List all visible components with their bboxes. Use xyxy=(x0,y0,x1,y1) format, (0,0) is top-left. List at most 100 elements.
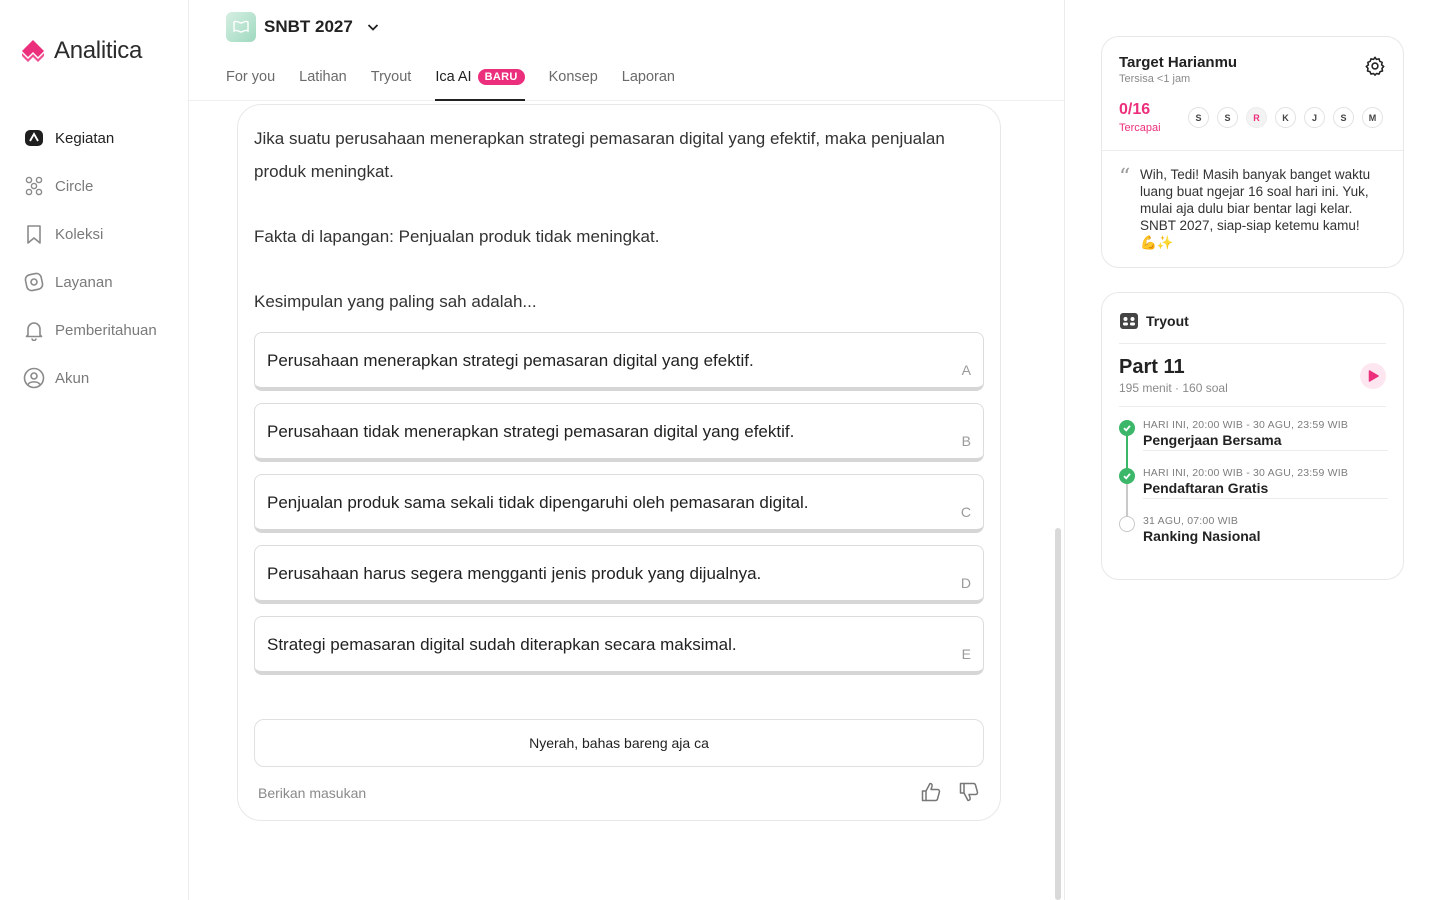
question-card: Jika suatu perusahaan menerapkan strateg… xyxy=(237,104,1001,821)
sidebar-item-label: Layanan xyxy=(55,273,113,291)
target-divider xyxy=(1102,150,1403,151)
weekday-dot: S xyxy=(1217,107,1238,128)
timeline-name: Pendaftaran Gratis xyxy=(1143,480,1269,496)
option-text: Perusahaan menerapkan strategi pemasaran… xyxy=(267,351,754,370)
timeline-date: HARI INI, 20:00 WIB - 30 AGU, 23:59 WIB xyxy=(1143,419,1349,431)
question-fact: Fakta di lapangan: Penjualan produk tida… xyxy=(254,226,660,246)
timeline-separator xyxy=(1143,450,1388,451)
daily-target-card: Target Harianmu Tersisa <1 jam 0/16 Terc… xyxy=(1101,36,1404,268)
weekday-dot: K xyxy=(1275,107,1296,128)
target-subtitle: Tersisa <1 jam xyxy=(1119,73,1191,85)
tab-konsep[interactable]: Konsep xyxy=(549,66,598,101)
timeline-item: HARI INI, 20:00 WIB - 30 AGU, 23:59 WIB … xyxy=(1119,467,1388,515)
tab-label: Laporan xyxy=(621,68,675,85)
timeline-name: Ranking Nasional xyxy=(1143,528,1261,544)
option-text: Penjualan produk sama sekali tidak dipen… xyxy=(267,493,809,512)
motivation-quote: Wih, Tedi! Masih banyak banget waktu lua… xyxy=(1140,167,1371,250)
question-text: Jika suatu perusahaan menerapkan strateg… xyxy=(254,123,974,318)
target-title: Target Harianmu xyxy=(1119,54,1238,71)
thumbs-down-icon[interactable] xyxy=(958,781,980,803)
timeline-separator xyxy=(1143,498,1388,499)
option-letter: B xyxy=(961,433,971,449)
tab-latihan[interactable]: Latihan xyxy=(299,66,347,101)
tryout-timeline: HARI INI, 20:00 WIB - 30 AGU, 23:59 WIB … xyxy=(1119,419,1388,563)
tab-label: Konsep xyxy=(548,68,598,85)
check-icon xyxy=(1119,468,1135,484)
sidebar-item-label: Pemberitahuan xyxy=(55,321,157,339)
feedback-thumbs xyxy=(920,781,980,803)
question-prompt: Kesimpulan yang paling sah adalah... xyxy=(254,291,537,311)
thumbs-up-icon[interactable] xyxy=(920,781,942,803)
sidebar-item-label: Kegiatan xyxy=(55,129,115,147)
option-letter: C xyxy=(960,504,971,520)
tryout-meta: 195 menit · 160 soal xyxy=(1119,381,1228,395)
tryout-icon xyxy=(1120,313,1138,329)
timeline-date: HARI INI, 20:00 WIB - 30 AGU, 23:59 WIB xyxy=(1143,467,1349,479)
tryout-divider xyxy=(1119,343,1386,344)
bookmark-icon xyxy=(22,222,46,246)
option-text: Perusahaan tidak menerapkan strategi pem… xyxy=(267,422,795,441)
answer-option-b[interactable]: Perusahaan tidak menerapkan strategi pem… xyxy=(254,403,984,462)
option-letter: A xyxy=(961,362,971,378)
weekday-dot: J xyxy=(1304,107,1325,128)
panel-divider xyxy=(1064,0,1065,900)
give-up-button[interactable]: Nyerah, bahas bareng aja ca xyxy=(254,719,984,767)
weekday-dot: M xyxy=(1362,107,1383,128)
program-title: SNBT 2027 xyxy=(264,17,353,36)
sidebar-item-label: Koleksi xyxy=(55,225,104,243)
target-score: 0/16 xyxy=(1119,101,1151,118)
brand-logo[interactable]: Analitica xyxy=(18,36,142,66)
sidebar-item-kegiatan[interactable]: Kegiatan xyxy=(22,114,157,162)
feedback-link[interactable]: Berikan masukan xyxy=(258,785,366,801)
play-icon xyxy=(1368,370,1379,382)
tab-laporan[interactable]: Laporan xyxy=(622,66,675,101)
timeline-name: Pengerjaan Bersama xyxy=(1143,432,1282,448)
weekday-dot: S xyxy=(1188,107,1209,128)
gear-icon[interactable] xyxy=(1364,55,1386,77)
new-badge: BARU xyxy=(477,68,525,85)
brand-name: Analitica xyxy=(54,37,143,64)
tab-for-you[interactable]: For you xyxy=(226,66,275,101)
sidebar-item-pemberitahuan[interactable]: Pemberitahuan xyxy=(22,306,157,354)
user-icon xyxy=(22,366,46,390)
activity-icon xyxy=(22,126,46,150)
tab-ica-ai[interactable]: Ica AI BARU xyxy=(435,66,525,101)
circle-group-icon xyxy=(22,174,46,198)
sidebar-item-layanan[interactable]: Layanan xyxy=(22,258,157,306)
sidebar-item-circle[interactable]: Circle xyxy=(22,162,157,210)
target-score-label: Tercapai xyxy=(1119,122,1161,134)
answer-option-a[interactable]: Perusahaan menerapkan strategi pemasaran… xyxy=(254,332,984,391)
play-button[interactable] xyxy=(1360,363,1386,389)
sidebar-item-label: Circle xyxy=(55,177,94,195)
program-selector[interactable]: SNBT 2027 xyxy=(226,12,381,42)
option-text: Strategi pemasaran digital sudah diterap… xyxy=(267,635,737,654)
program-icon xyxy=(226,12,256,42)
sidebar-item-akun[interactable]: Akun xyxy=(22,354,157,402)
check-icon xyxy=(1119,420,1135,436)
quote-icon: “ xyxy=(1119,165,1131,190)
sidebar-item-koleksi[interactable]: Koleksi xyxy=(22,210,157,258)
option-text: Perusahaan harus segera mengganti jenis … xyxy=(267,564,762,583)
tryout-header: Tryout xyxy=(1119,311,1189,331)
timeline-item: HARI INI, 20:00 WIB - 30 AGU, 23:59 WIB … xyxy=(1119,419,1388,467)
tab-tryout[interactable]: Tryout xyxy=(371,66,412,101)
option-letter: E xyxy=(961,646,971,662)
sidebar-item-label: Akun xyxy=(55,369,90,387)
weekday-dot: S xyxy=(1333,107,1354,128)
main-scrollbar[interactable] xyxy=(1055,528,1061,900)
top-header: SNBT 2027 For you Latihan Tryout Ica AI … xyxy=(189,0,1064,101)
tab-label: For you xyxy=(226,68,276,85)
logo-mark-icon xyxy=(22,40,44,62)
tab-label: Ica AI xyxy=(435,68,472,85)
answer-option-d[interactable]: Perusahaan harus segera mengganti jenis … xyxy=(254,545,984,604)
pending-circle-icon xyxy=(1119,516,1135,532)
tab-label: Latihan xyxy=(299,68,347,85)
tryout-divider xyxy=(1119,406,1386,407)
answer-option-e[interactable]: Strategi pemasaran digital sudah diterap… xyxy=(254,616,984,675)
weekday-tracker: S S R K J S M xyxy=(1188,107,1383,128)
chevron-down-icon xyxy=(367,24,378,31)
sidebar: Analitica Kegiatan Circle Koleksi Layana… xyxy=(0,0,189,900)
tab-bar: For you Latihan Tryout Ica AI BARU Konse… xyxy=(226,66,675,101)
tab-label: Tryout xyxy=(370,68,412,85)
answer-option-c[interactable]: Penjualan produk sama sekali tidak dipen… xyxy=(254,474,984,533)
